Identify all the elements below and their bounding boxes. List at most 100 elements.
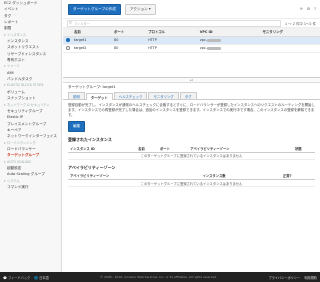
edit-button[interactable]: 編集 (68, 121, 86, 133)
sidebar-item-label: ELASTIC BLOCK STORE (7, 83, 44, 88)
column-header: ポート (158, 145, 189, 153)
cell-vpc: vpc- (196, 44, 260, 53)
cell-protocol-text: HTTP (148, 38, 157, 42)
table-row[interactable]: target1 80 HTTP vpc- (63, 36, 320, 45)
sidebar-item-label: ネットワークインターフェイス (7, 134, 57, 139)
sidebar-item-label: システム (7, 178, 20, 183)
sidebar-item-label: スナップショット (7, 96, 36, 101)
radio-icon[interactable] (66, 46, 70, 50)
cell-vpc-text: vpc- (199, 46, 208, 50)
detail-tabs: 説明 ターゲット ヘルスチェック モニタリング タグ (63, 91, 320, 100)
az-heading: アベイラビリティーゾーン (68, 164, 116, 170)
sidebar: EC2 ダッシュボード イベント タグ レポート 制限 ▾インスタンス インスタンス スポット… (0, 0, 62, 272)
target-group-table: 名前 ポート プロトコル VPC ID モニタリング target1 80 HTTP… (63, 28, 320, 53)
select-col (63, 28, 71, 37)
terms-link[interactable]: 利用規約 (304, 275, 317, 280)
sidebar-item-label: ロードバランサー (7, 146, 36, 151)
actions-dropdown[interactable]: アクション ▾ (124, 3, 156, 15)
cell-port: 80 (111, 36, 146, 45)
column-header: 状態 (293, 145, 315, 153)
tab-4[interactable]: タグ (179, 91, 197, 99)
main-panel: ターゲットグループの作成 アクション ▾ ⟳ ⚙ ? フィルター 1 ～ 2 件… (63, 0, 320, 272)
row-select-radio[interactable] (63, 44, 71, 53)
sidebar-item-label: プレイスメントグループ (7, 121, 47, 126)
filter-input[interactable]: フィルター (67, 19, 282, 27)
footer: 💬 フィードバック 🌐 日本語 © 2008 - 2016, Amazon We… (0, 272, 320, 282)
sidebar-item-label: ターゲットグループ (7, 153, 40, 158)
sidebar-item-label: バンドルタスク (7, 77, 33, 82)
create-target-group-button[interactable]: ターゲットグループの作成 (68, 3, 121, 15)
toolbar: ターゲットグループの作成 アクション ▾ ⟳ ⚙ ? (63, 0, 320, 18)
col-port[interactable]: ポート (111, 28, 146, 37)
sidebar-item-label: リザーブドインスタンス (7, 51, 47, 56)
sidebar-item-label: コマンド実行 (7, 184, 29, 189)
registered-empty-message: このターゲットグループに登録されているインスタンスはありません (68, 152, 315, 160)
cell-protocol-text: HTTP (148, 46, 157, 50)
table-row[interactable]: target2 80 HTTP vpc- (63, 44, 320, 53)
sidebar-item-label: イメージ (7, 64, 20, 69)
sidebar-item[interactable]: コマンド実行 (0, 184, 61, 190)
privacy-link[interactable]: プライバシーポリシー (268, 275, 300, 280)
refresh-icon[interactable]: ⟳ (300, 7, 303, 11)
globe-icon: 🌐 (34, 275, 39, 280)
sidebar-item-label: Auto Scaling グループ (7, 172, 45, 177)
feedback-label: フィードバック (8, 275, 31, 280)
column-header: 名前 (136, 145, 159, 153)
cell-vpc-text: vpc- (199, 38, 208, 42)
sidebar-item-label: 起動設定 (7, 165, 22, 170)
sidebar-item-label: 制限 (4, 26, 12, 31)
col-vpc[interactable]: VPC ID (196, 28, 260, 37)
redacted-value (207, 38, 222, 42)
sidebar-item-label: イベント (4, 7, 19, 12)
tab-3[interactable]: モニタリング (148, 91, 179, 99)
sidebar-item-label: AUTO SCALING (7, 159, 31, 164)
cell-port-text: 80 (114, 38, 119, 42)
sidebar-item-label: EC2 ダッシュボード (4, 1, 38, 5)
sidebar-item-label: タグ (4, 13, 12, 18)
help-icon[interactable]: ? (314, 7, 316, 11)
tab-1[interactable]: ターゲット (85, 92, 113, 100)
language-selector[interactable]: 🌐 日本語 (34, 275, 49, 280)
feedback-link[interactable]: 💬 フィードバック (3, 275, 30, 280)
cell-port-text: 80 (114, 46, 119, 50)
sidebar-item-label: セキュリティグループ (7, 108, 43, 113)
sidebar-item-label: インスタンス (7, 39, 29, 44)
sidebar-item-label: スポットリクエスト (7, 45, 40, 50)
registered-instances-heading: 登録されたインスタンス (68, 137, 112, 143)
cell-protocol: HTTP (145, 44, 197, 53)
cell-protocol: HTTP (145, 36, 197, 45)
sidebar-item-label: ネットワーク & セキュリティ (7, 102, 50, 107)
column-header: インスタンス ID (68, 145, 137, 153)
col-monitoring[interactable]: モニタリング (259, 28, 320, 37)
az-table: アベイラビリティーゾーン インスタンス数 正常? このターゲットグループに登録されて… (68, 172, 315, 188)
speech-bubble-icon: 💬 (3, 275, 7, 280)
cell-name: target1 (71, 36, 112, 45)
col-name[interactable]: 名前 (71, 28, 112, 37)
cell-name-text: target1 (74, 38, 87, 42)
cell-monitoring (259, 36, 320, 45)
gear-icon[interactable]: ⚙ (307, 7, 310, 11)
sidebar-item-label: インスタンス (7, 32, 26, 37)
sidebar-item[interactable]: ネットワークインターフェイス (0, 133, 61, 139)
sidebar-item-label: 専有ホスト (7, 58, 25, 63)
cell-monitoring (259, 44, 320, 53)
sidebar-item-label: Elastic IP (7, 115, 24, 120)
col-protocol[interactable]: プロトコル (145, 28, 197, 37)
copyright: © 2008 - 2016, Amazon Web Services, Inc.… (99, 275, 218, 279)
tab-0[interactable]: 説明 (68, 91, 85, 99)
registered-instances-table: インスタンス ID 名前 ポート アベイラビリティーゾーン 状態 このターゲットグループ… (68, 145, 315, 160)
radio-icon[interactable] (66, 38, 70, 42)
sidebar-item-label: ボリューム (7, 89, 25, 94)
sidebar-item-label: AMI (7, 70, 14, 75)
column-header: アベイラビリティーゾーン (68, 172, 201, 181)
sidebar-item-label: ロードバランシング (7, 140, 36, 145)
language-label: 日本語 (39, 275, 49, 280)
row-select-radio[interactable] (63, 36, 71, 45)
redacted-value (207, 46, 222, 50)
detail-title: ターゲットグループ: target1 (68, 84, 116, 89)
tab-2[interactable]: ヘルスチェック (113, 91, 148, 99)
cell-vpc: vpc- (196, 36, 260, 45)
filter-bar: フィルター 1 ～ 2 件中 1～2 件 (63, 18, 320, 28)
cell-name-text: target2 (74, 46, 87, 50)
cell-name: target2 (71, 44, 112, 53)
